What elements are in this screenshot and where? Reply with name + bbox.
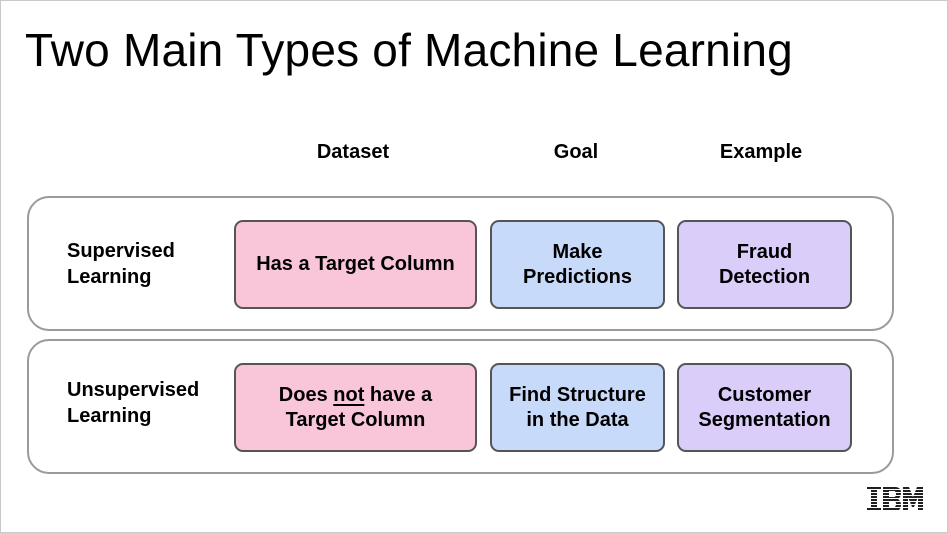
example-line-1: Customer [717,383,812,406]
dataset-line-1: Does not have a [279,383,432,408]
dataset-pre: Does [278,383,334,406]
slide: Two Main Types of Machine Learning Datas… [0,0,948,533]
column-header-dataset: Dataset [316,141,390,163]
column-header-example: Example [719,141,803,163]
row-label-unsupervised: Unsupervised Learning [67,379,200,427]
dataset-line-2: Target Column [285,408,426,431]
goal-cell-unsupervised: Find Structure in the Data [490,363,665,452]
row-unsupervised: Unsupervised Learning Does not have a Ta… [27,339,894,474]
dataset-cell-unsupervised: Does not have a Target Column [234,363,477,452]
dataset-text: Has a Target Column [256,253,455,275]
goal-cell-supervised: Make Predictions [490,220,665,309]
example-line-2: Detection [718,265,811,288]
slide-title: Two Main Types of Machine Learning [25,24,793,76]
goal-line-1: Find Structure [509,383,646,406]
dataset-post: have a [364,383,433,406]
row-label-supervised: Supervised Learning [67,240,175,288]
goal-line-1: Make [552,240,603,263]
goal-line-2: Predictions [523,265,632,288]
ibm-logo-icon [867,487,923,511]
example-line-1: Fraud [736,240,793,263]
goal-line-2: in the Data [526,408,629,431]
dataset-emphasis: not [333,383,365,406]
row-supervised: Supervised Learning Has a Target Column … [27,196,894,331]
example-line-2: Segmentation [698,408,831,431]
dataset-cell-supervised: Has a Target Column [234,220,477,309]
example-cell-supervised: Fraud Detection [677,220,852,309]
example-cell-unsupervised: Customer Segmentation [677,363,852,452]
column-header-goal: Goal [553,141,599,163]
